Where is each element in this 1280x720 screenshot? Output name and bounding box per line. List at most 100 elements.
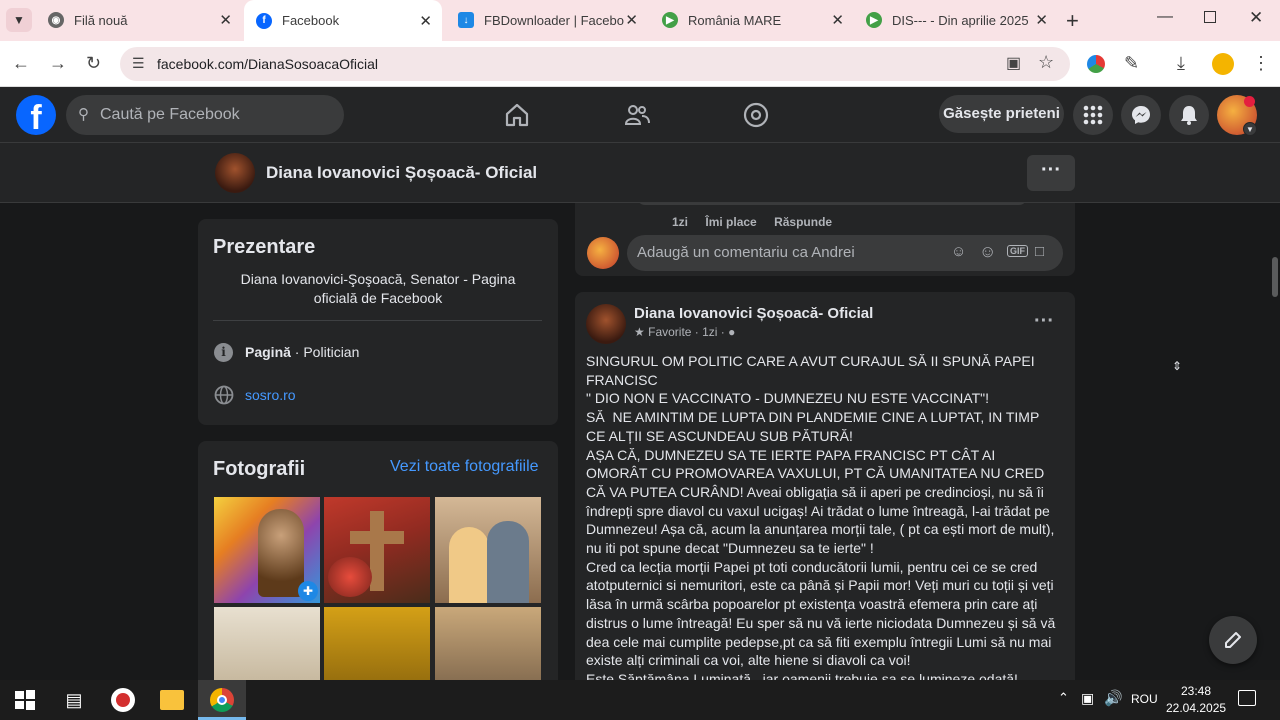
sticker-icon[interactable]: □ bbox=[1035, 243, 1044, 260]
downloads-icon[interactable]: ⤓ bbox=[1177, 53, 1185, 74]
tab-label: Facebook bbox=[282, 13, 340, 28]
new-tab-plus-icon[interactable]: + bbox=[1066, 8, 1079, 34]
page-title[interactable]: Diana Iovanovici Șoșoacă- Oficial bbox=[266, 163, 537, 183]
facebook-icon: f bbox=[256, 12, 272, 29]
globe-icon: ● bbox=[728, 325, 736, 339]
menu-grid-button[interactable] bbox=[1073, 95, 1113, 135]
restore-icon[interactable] bbox=[1204, 11, 1216, 23]
close-icon[interactable]: ✕ bbox=[219, 11, 232, 29]
photo-thumbnail[interactable] bbox=[324, 607, 430, 680]
avatar-sticker-icon[interactable]: ☺ bbox=[951, 243, 966, 260]
emoji-icon[interactable]: ☺ bbox=[979, 242, 996, 262]
facebook-search-input[interactable]: ⚲ Caută pe Facebook bbox=[66, 95, 344, 135]
page-category: Pagină · Politician bbox=[245, 344, 359, 360]
info-icon: i bbox=[214, 343, 233, 362]
photo-thumbnail[interactable]: ✚ bbox=[214, 497, 320, 603]
clock-time: 23:48 bbox=[1180, 684, 1212, 698]
volume-icon[interactable]: 🔊 bbox=[1104, 689, 1123, 707]
notification-center-icon[interactable] bbox=[1238, 690, 1256, 706]
tab-facebook[interactable]: f Facebook ✕ bbox=[244, 0, 442, 41]
page-scrollbar[interactable] bbox=[1272, 257, 1278, 297]
tab-label: FBDownloader | Facebook bbox=[484, 12, 624, 28]
photos-title: Fotografii bbox=[213, 458, 306, 480]
reload-icon[interactable]: ↻ bbox=[86, 53, 101, 74]
divider bbox=[213, 320, 542, 321]
task-view-icon[interactable]: ▤ bbox=[62, 688, 86, 712]
tray-chevron-up-icon[interactable]: ⌃ bbox=[1058, 690, 1069, 706]
site-info-icon[interactable]: ☰ bbox=[132, 55, 145, 72]
comment-reply-button[interactable]: Răspunde bbox=[774, 215, 832, 229]
post-author-avatar[interactable] bbox=[586, 304, 626, 344]
tab-dis[interactable]: ▶ DIS--- - Din aprilie 2025 ✕ bbox=[854, 5, 1058, 35]
post-meta-text[interactable]: Favorite · 1zi · bbox=[648, 325, 725, 339]
multi-photo-badge-icon: ✚ bbox=[298, 581, 318, 601]
comment-time: 1zi bbox=[672, 215, 689, 229]
comment-placeholder: Adaugă un comentariu ca Andrei bbox=[637, 244, 855, 261]
forward-arrow-icon[interactable]: → bbox=[49, 53, 67, 74]
close-icon[interactable]: ✕ bbox=[419, 12, 432, 30]
tab-label: România MARE bbox=[688, 12, 782, 28]
tab-new-tab[interactable]: ◉ Filă nouă ✕ bbox=[36, 5, 242, 35]
profile-avatar-icon[interactable] bbox=[1212, 53, 1234, 75]
portrait-figure bbox=[258, 509, 304, 597]
comment-like-button[interactable]: Îmi place bbox=[705, 215, 756, 229]
post-author-name[interactable]: Diana Iovanovici Șoșoacă- Oficial bbox=[634, 305, 873, 322]
page-more-options-button[interactable]: ··· bbox=[1027, 155, 1075, 191]
close-window-icon[interactable]: ✕ bbox=[1249, 8, 1263, 28]
close-icon[interactable]: ✕ bbox=[831, 11, 844, 29]
find-friends-button[interactable]: Găsește prieteni bbox=[939, 95, 1064, 133]
person-figure bbox=[487, 521, 529, 603]
facebook-logo-icon[interactable]: f bbox=[16, 95, 56, 137]
tab-fbdownloader[interactable]: ↓ FBDownloader | Facebook ✕ bbox=[446, 5, 648, 35]
chrome-menu-icon[interactable]: ⋮ bbox=[1252, 53, 1270, 74]
tab-label: Filă nouă bbox=[74, 12, 128, 28]
minimize-icon[interactable]: — bbox=[1157, 8, 1173, 26]
previous-post-comments: 1zi Îmi place Răspunde Adaugă un comenta… bbox=[575, 203, 1075, 276]
new-message-button[interactable] bbox=[1209, 616, 1257, 664]
file-explorer-icon[interactable] bbox=[160, 690, 184, 710]
system-clock[interactable]: 23:48 22.04.2025 bbox=[1166, 683, 1226, 717]
friends-icon[interactable] bbox=[623, 101, 651, 129]
close-icon[interactable]: ✕ bbox=[625, 11, 638, 29]
browser-toolbar: ← → ↻ ☰ facebook.com/DianaSosoacaOficial… bbox=[0, 41, 1280, 87]
see-all-photos-link[interactable]: Vezi toate fotografiile bbox=[390, 458, 539, 476]
home-icon[interactable] bbox=[503, 101, 531, 129]
photo-thumbnail[interactable] bbox=[435, 497, 541, 603]
cross-bar bbox=[350, 531, 404, 544]
download-icon: ↓ bbox=[458, 12, 474, 28]
comment-input[interactable]: Adaugă un comentariu ca Andrei ☺ ☺ GIF □ bbox=[627, 235, 1063, 271]
chrome-taskbar-icon[interactable] bbox=[210, 688, 234, 712]
chevron-down-icon[interactable]: ▼ bbox=[1243, 122, 1257, 136]
back-arrow-icon[interactable]: ← bbox=[12, 53, 30, 74]
facebook-header: f ⚲ Caută pe Facebook Găsește prieteni ▼ bbox=[0, 87, 1280, 143]
gif-icon[interactable]: GIF bbox=[1007, 245, 1028, 257]
commenter-avatar bbox=[587, 237, 619, 269]
post-more-options-button[interactable]: ··· bbox=[1034, 310, 1054, 333]
address-bar[interactable]: ☰ facebook.com/DianaSosoacaOficial ▣ ☆ bbox=[120, 47, 1070, 81]
photo-thumbnail[interactable] bbox=[214, 607, 320, 680]
website-link[interactable]: sosro.ro bbox=[245, 387, 296, 403]
groups-icon[interactable] bbox=[742, 101, 770, 129]
bookmark-star-icon[interactable]: ☆ bbox=[1038, 52, 1054, 73]
browser-tab-strip: ▼ ◉ Filă nouă ✕ f Facebook ✕ ↓ FBDownloa… bbox=[0, 0, 1280, 41]
network-icon[interactable]: ▣ bbox=[1081, 690, 1094, 707]
tab-romania-mare[interactable]: ▶ România MARE ✕ bbox=[650, 5, 854, 35]
windows-start-icon[interactable] bbox=[13, 688, 37, 712]
close-icon[interactable]: ✕ bbox=[1035, 11, 1048, 29]
photo-thumbnail[interactable] bbox=[435, 607, 541, 680]
record-dot bbox=[116, 693, 130, 707]
page-avatar[interactable] bbox=[215, 153, 255, 193]
notifications-button[interactable] bbox=[1169, 95, 1209, 135]
install-app-icon[interactable]: ▣ bbox=[1006, 53, 1021, 73]
photo-thumbnail[interactable] bbox=[324, 497, 430, 603]
url-text: facebook.com/DianaSosoacaOficial bbox=[157, 56, 379, 72]
intro-card: Prezentare Diana Iovanovici-Şoşoacă, Sen… bbox=[198, 219, 558, 425]
chrome-center bbox=[217, 695, 227, 705]
screen-recorder-icon[interactable] bbox=[111, 688, 135, 712]
tab-search-dropdown[interactable]: ▼ bbox=[6, 8, 32, 32]
notification-dot bbox=[1244, 96, 1255, 107]
extension-color-icon[interactable] bbox=[1087, 55, 1105, 73]
extensions-puzzle-icon[interactable]: ✎ bbox=[1124, 53, 1139, 74]
input-language[interactable]: ROU bbox=[1131, 692, 1158, 706]
messenger-button[interactable] bbox=[1121, 95, 1161, 135]
